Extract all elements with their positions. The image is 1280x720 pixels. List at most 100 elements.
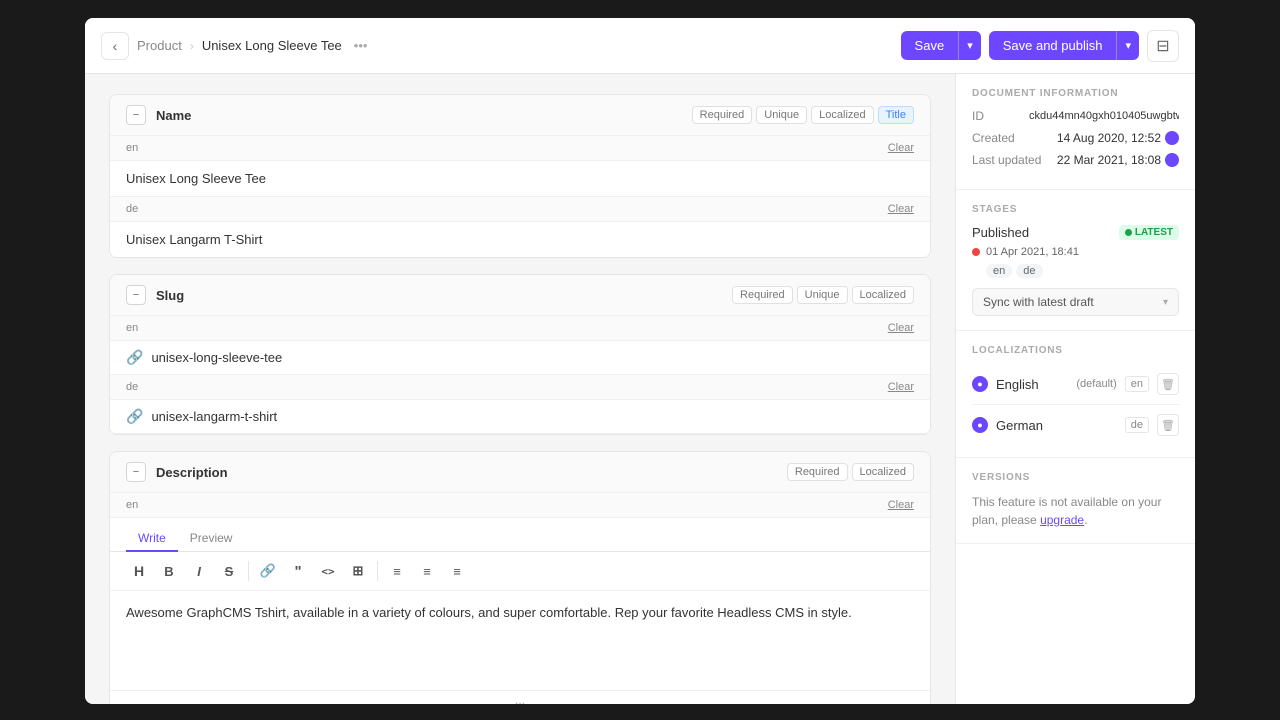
sync-button[interactable]: Sync with latest draft ▾ [972,288,1179,316]
stage-latest-badge: LATEST [1119,225,1179,240]
doc-id-value: ckdu44mn40gxh010405uwgbtw [1029,110,1179,122]
localizations-section: LOCALIZATIONS ● English (default) en 🗑 ●… [956,331,1195,458]
badge-unique: Unique [756,106,807,124]
sync-button-label: Sync with latest draft [983,295,1094,309]
badge-title: Title [878,106,914,124]
name-field-toggle[interactable]: − [126,105,146,125]
description-field-badges: Required Localized [787,463,914,481]
slug-de-input-wrap: 🔗 [110,400,930,434]
slug-de-label: de [126,381,888,393]
name-de-clear-button[interactable]: Clear [888,203,914,215]
strikethrough-btn-en[interactable]: S [216,558,242,584]
tab-write-en[interactable]: Write [126,526,178,552]
slug-de-clear-button[interactable]: Clear [888,381,914,393]
slug-badge-required: Required [732,286,793,304]
desc-en-content[interactable]: Awesome GraphCMS Tshirt, available in a … [110,591,930,691]
name-field-section: − Name Required Unique Localized Title e… [109,94,931,258]
stage-locales: en de [986,264,1179,278]
name-en-input[interactable] [110,161,930,197]
doc-updated-label: Last updated [972,153,1041,167]
desc-badge-required: Required [787,463,848,481]
german-delete-button[interactable]: 🗑 [1157,414,1179,436]
stage-date-row: 01 Apr 2021, 18:41 [972,246,1179,258]
slug-en-label: en [126,322,888,334]
name-de-input[interactable] [110,222,930,257]
slug-field-section: − Slug Required Unique Localized en Clea… [109,274,931,435]
stages-section: STAGES Published LATEST 01 Apr 2021, 18:… [956,190,1195,331]
slug-en-input[interactable] [151,350,914,365]
more-icon: ⊟ [1156,36,1169,56]
slug-de-input[interactable] [151,409,914,424]
localizations-title: LOCALIZATIONS [972,345,1179,356]
versions-section: VERSIONS This feature is not available o… [956,458,1195,544]
tab-preview-en[interactable]: Preview [178,526,245,552]
link-btn-en[interactable]: 🔗 [255,558,281,584]
save-button-group: Save ▾ [901,31,981,60]
english-locale-name: English [996,377,1068,392]
description-field-title: Description [156,465,787,480]
doc-updated-row: Last updated 22 Mar 2021, 18:08 [972,153,1179,167]
localization-en-row: ● English (default) en 🗑 [972,366,1179,402]
description-field-toggle[interactable]: − [126,462,146,482]
description-field-section: − Description Required Localized en Clea… [109,451,931,704]
breadcrumb-more: ••• [354,38,368,53]
save-dropdown-button[interactable]: ▾ [958,31,981,60]
english-default-badge: (default) [1076,378,1116,390]
list-task-btn-en[interactable]: ≡ [444,558,470,584]
heading-btn-en[interactable]: H [126,558,152,584]
desc-en-editor-tabs: Write Preview [110,518,930,552]
doc-id-row: ID ckdu44mn40gxh010405uwgbtw [972,109,1179,123]
badge-required: Required [692,106,753,124]
publish-dropdown-icon: ▾ [1125,40,1131,52]
slug-badge-localized: Localized [852,286,914,304]
back-button[interactable]: ‹ [101,32,129,60]
publish-dropdown-button[interactable]: ▾ [1116,31,1139,60]
name-field-header: − Name Required Unique Localized Title [110,95,930,136]
list-ol-btn-en[interactable]: ≡ [414,558,440,584]
quote-btn-en[interactable]: " [285,558,311,584]
save-and-publish-button[interactable]: Save and publish [989,31,1117,60]
stages-title: STAGES [972,204,1179,215]
save-button[interactable]: Save [901,31,959,60]
versions-title: VERSIONS [972,472,1179,483]
document-info-section: DOCUMENT INFORMATION ID ckdu44mn40gxh010… [956,74,1195,190]
right-sidebar: DOCUMENT INFORMATION ID ckdu44mn40gxh010… [955,74,1195,704]
italic-btn-en[interactable]: I [186,558,212,584]
versions-note: This feature is not available on your pl… [972,493,1179,529]
name-field-title: Name [156,108,692,123]
breadcrumb-product: Product [137,38,182,53]
doc-created-value: 14 Aug 2020, 12:52 [1057,131,1179,145]
english-delete-button[interactable]: 🗑 [1157,373,1179,395]
desc-badge-localized: Localized [852,463,914,481]
slug-en-clear-button[interactable]: Clear [888,322,914,334]
image-btn-en[interactable]: ⊞ [345,558,371,584]
code-btn-en[interactable]: <> [315,558,341,584]
stage-locale-de: de [1016,264,1042,278]
name-de-locale-bar: de Clear [110,197,930,222]
german-locale-code: de [1125,417,1149,433]
name-en-clear-button[interactable]: Clear [888,142,914,154]
upgrade-link[interactable]: upgrade [1040,513,1084,527]
doc-updated-value: 22 Mar 2021, 18:08 [1057,153,1179,167]
desc-en-clear-button[interactable]: Clear [888,499,914,511]
list-ul-btn-en[interactable]: ≡ [384,558,410,584]
toolbar-sep-2 [377,561,378,581]
name-en-locale-bar: en Clear [110,136,930,161]
name-en-label: en [126,142,888,154]
slug-de-link-icon: 🔗 [126,408,143,425]
stage-locale-en: en [986,264,1012,278]
content-area: − Name Required Unique Localized Title e… [85,74,955,704]
main-layout: − Name Required Unique Localized Title e… [85,74,1195,704]
slug-field-toggle[interactable]: − [126,285,146,305]
document-info-title: DOCUMENT INFORMATION [972,88,1179,99]
stage-dot [972,248,980,256]
localization-divider [972,404,1179,405]
stage-name: Published [972,225,1029,240]
desc-en-resize-handle[interactable]: ... [110,691,930,704]
top-bar-actions: Save ▾ Save and publish ▾ ⊟ [901,30,1179,62]
save-dropdown-icon: ▾ [967,40,973,52]
desc-en-locale-bar: en Clear [110,493,930,518]
bold-btn-en[interactable]: B [156,558,182,584]
toolbar-sep-1 [248,561,249,581]
more-options-button[interactable]: ⊟ [1147,30,1179,62]
